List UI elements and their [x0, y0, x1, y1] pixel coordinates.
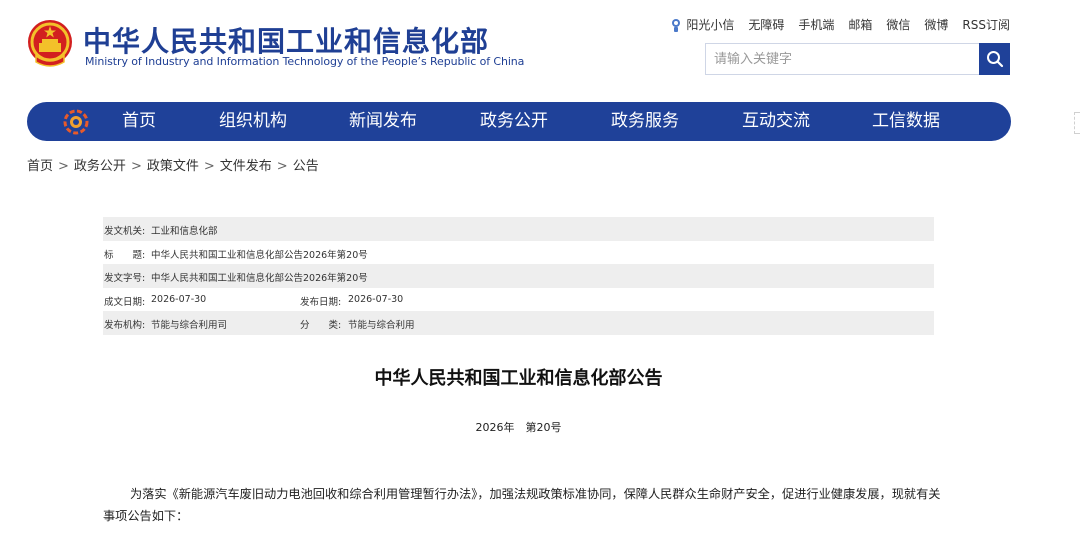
meta-org: 节能与综合利用司 [151, 320, 228, 331]
site-title-cn[interactable]: 中华人民共和国工业和信息化部 [83, 20, 489, 60]
main-nav: 首页 组织机构 新闻发布 政务公开 政务服务 互动交流 工信数据 [27, 102, 1011, 141]
document-number: 2026年 第20号 [475, 421, 562, 434]
top-link-rss[interactable]: RSS订阅 [962, 16, 1010, 33]
meta-row-dates: 成文日期: 2026-07-30 发布日期: 2026-07-30 [103, 288, 934, 312]
meta-row-docno: 发文字号: 中华人民共和国工业和信息化部公告2026年第20号 [103, 264, 934, 288]
meta-row-issuer: 发文机关: 工业和信息化部 [103, 217, 934, 241]
document-meta-table: 发文机关: 工业和信息化部 标 题: 中华人民共和国工业和信息化部公告2026年… [103, 217, 934, 335]
breadcrumb-separator: > [130, 159, 142, 174]
document-title: 中华人民共和国工业和信息化部公告 [374, 368, 663, 389]
side-float-widget[interactable] [1074, 112, 1080, 134]
nav-item-organization[interactable]: 组织机构 [219, 102, 287, 141]
meta-label: 发文机关: [104, 226, 146, 237]
top-link-mobile[interactable]: 手机端 [798, 16, 834, 33]
breadcrumb-policy-files[interactable]: 政策文件 [147, 159, 199, 174]
mascot-icon [672, 18, 681, 32]
meta-label: 分 类: [300, 320, 342, 331]
breadcrumb-gov-affairs[interactable]: 政务公开 [74, 159, 126, 174]
nav-item-data[interactable]: 工信数据 [872, 102, 940, 141]
nav-item-interaction[interactable]: 互动交流 [742, 102, 810, 141]
meta-label: 发布日期: [300, 296, 342, 308]
top-link-accessibility[interactable]: 无障碍 [748, 16, 784, 33]
site-header: 中华人民共和国工业和信息化部 Ministry of Industry and … [0, 0, 1080, 100]
meta-label: 成文日期: [104, 296, 146, 308]
top-link-mail[interactable]: 邮箱 [848, 16, 872, 33]
breadcrumb-announcement[interactable]: 公告 [293, 159, 319, 174]
meta-label: 标 题: [104, 249, 146, 261]
search-button[interactable] [979, 43, 1010, 75]
meta-docno: 中华人民共和国工业和信息化部公告2026年第20号 [151, 273, 368, 284]
breadcrumb: 首页 > 政务公开 > 政策文件 > 文件发布 > 公告 [27, 155, 319, 174]
top-link-weibo[interactable]: 微博 [924, 16, 948, 33]
top-link-wechat[interactable]: 微信 [886, 16, 910, 33]
breadcrumb-separator: > [58, 159, 69, 174]
meta-row-org: 发布机构: 节能与综合利用司 分 类: 节能与综合利用 [103, 311, 934, 335]
meta-title: 中华人民共和国工业和信息化部公告2026年第20号 [151, 249, 368, 261]
nav-item-gov-affairs[interactable]: 政务公开 [480, 102, 548, 141]
nav-item-gov-services[interactable]: 政务服务 [611, 102, 679, 141]
breadcrumb-home[interactable]: 首页 [27, 159, 53, 174]
document-body-paragraph: 为落实《新能源汽车废旧动力电池回收和综合利用管理暂行办法》，加强法规政策标准协同… [103, 487, 941, 523]
search-icon [986, 51, 1003, 68]
breadcrumb-separator: > [203, 159, 215, 174]
meta-label: 发文字号: [104, 273, 146, 284]
nav-item-news[interactable]: 新闻发布 [349, 102, 417, 141]
meta-created-date: 2026-07-30 [151, 293, 207, 305]
breadcrumb-file-release[interactable]: 文件发布 [220, 159, 272, 174]
meta-published-date: 2026-07-30 [348, 293, 404, 305]
top-links: 阳光小信 无障碍 手机端 邮箱 微信 微博 RSS订阅 [656, 16, 1010, 33]
meta-row-title: 标 题: 中华人民共和国工业和信息化部公告2026年第20号 [103, 241, 934, 265]
breadcrumb-separator: > [276, 159, 288, 174]
nav-item-home[interactable]: 首页 [122, 102, 156, 141]
meta-category: 节能与综合利用 [348, 320, 415, 331]
top-link-label: 阳光小信 [686, 18, 735, 32]
search-input[interactable] [706, 44, 980, 74]
site-title-en[interactable]: Ministry of Industry and Information Tec… [85, 55, 524, 68]
search-box [705, 43, 1010, 75]
miit-logo-icon[interactable] [63, 109, 89, 135]
meta-issuer: 工业和信息化部 [151, 226, 218, 237]
national-emblem-icon[interactable] [26, 18, 74, 70]
meta-label: 发布机构: [104, 320, 146, 331]
top-link-sunshine[interactable]: 阳光小信 [670, 16, 734, 33]
